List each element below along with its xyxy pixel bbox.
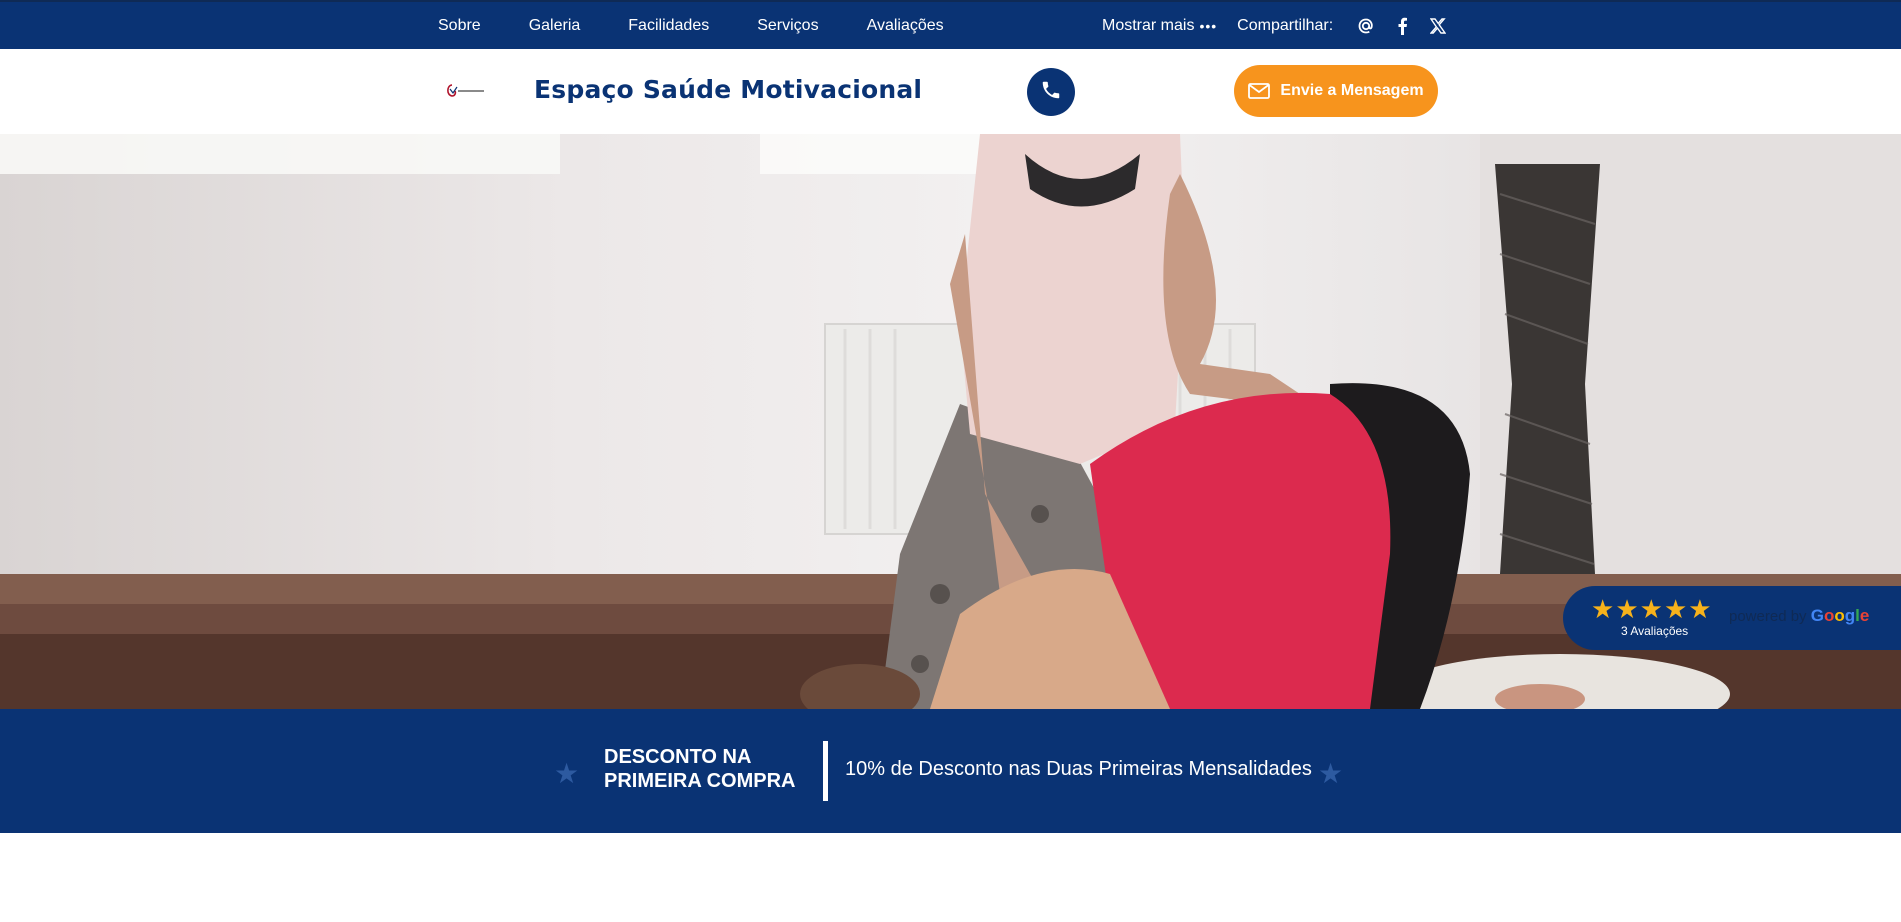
- facebook-icon[interactable]: [1393, 17, 1411, 35]
- send-message-label: Envie a Mensagem: [1280, 82, 1424, 99]
- promo-text: 10% de Desconto nas Duas Primeiras Mensa…: [845, 758, 1312, 780]
- review-count: 3 Avaliações: [1621, 624, 1689, 638]
- promo-title: DESCONTO NA PRIMEIRA COMPRA: [604, 746, 796, 792]
- send-message-button[interactable]: Envie a Mensagem: [1234, 65, 1438, 117]
- google-reviews-badge[interactable]: ★ ★ ★ ★ ★ 3 Avaliações powered by Google: [1563, 586, 1901, 650]
- top-nav-bar: Sobre Galeria Facilidades Serviços Avali…: [0, 0, 1901, 49]
- share-label: Compartilhar:: [1237, 16, 1334, 34]
- top-nav: Sobre Galeria Facilidades Serviços Avali…: [438, 2, 992, 49]
- x-twitter-icon[interactable]: [1429, 17, 1447, 35]
- star-icon: ★: [1318, 758, 1344, 789]
- phone-button[interactable]: [1027, 68, 1075, 116]
- powered-by-label: powered by: [1729, 608, 1807, 625]
- show-more-label: Mostrar mais: [1102, 16, 1195, 34]
- show-more-button[interactable]: Mostrar mais •••: [1102, 17, 1217, 35]
- more-dots-icon: •••: [1199, 17, 1218, 34]
- star-icon: ★: [1663, 594, 1688, 624]
- promo-divider: [823, 741, 828, 801]
- star-icon: ★: [1688, 594, 1712, 624]
- hero-image: ★ ★ ★ ★ ★ 3 Avaliações powered by Google: [0, 134, 1901, 709]
- email-icon[interactable]: [1357, 17, 1375, 35]
- star-icon: ★: [1591, 594, 1615, 624]
- google-logo: Google: [1810, 606, 1870, 625]
- phone-icon: [1040, 79, 1062, 106]
- nav-facilidades[interactable]: Facilidades: [628, 17, 709, 35]
- top-right-group: Mostrar mais ••• Compartilhar:: [1102, 2, 1465, 49]
- star-icon: ★: [1639, 594, 1663, 624]
- powered-by-google: powered by Google: [1729, 606, 1869, 626]
- star-icon: ★: [554, 758, 580, 789]
- nav-avaliacoes[interactable]: Avaliações: [867, 17, 944, 35]
- nav-servicos[interactable]: Serviços: [757, 17, 818, 35]
- brand-logo[interactable]: [444, 81, 488, 101]
- nav-sobre[interactable]: Sobre: [438, 17, 481, 35]
- rating-stars: ★ ★ ★ ★ ★: [1591, 594, 1713, 624]
- brand-name[interactable]: Espaço Saúde Motivacional: [534, 75, 922, 104]
- site-header: Espaço Saúde Motivacional Envie a Mensag…: [0, 49, 1901, 134]
- envelope-icon: [1248, 83, 1271, 99]
- star-icon: ★: [1615, 594, 1639, 624]
- promo-banner: ★ DESCONTO NA PRIMEIRA COMPRA 10% de Des…: [0, 709, 1901, 833]
- nav-galeria[interactable]: Galeria: [529, 17, 581, 35]
